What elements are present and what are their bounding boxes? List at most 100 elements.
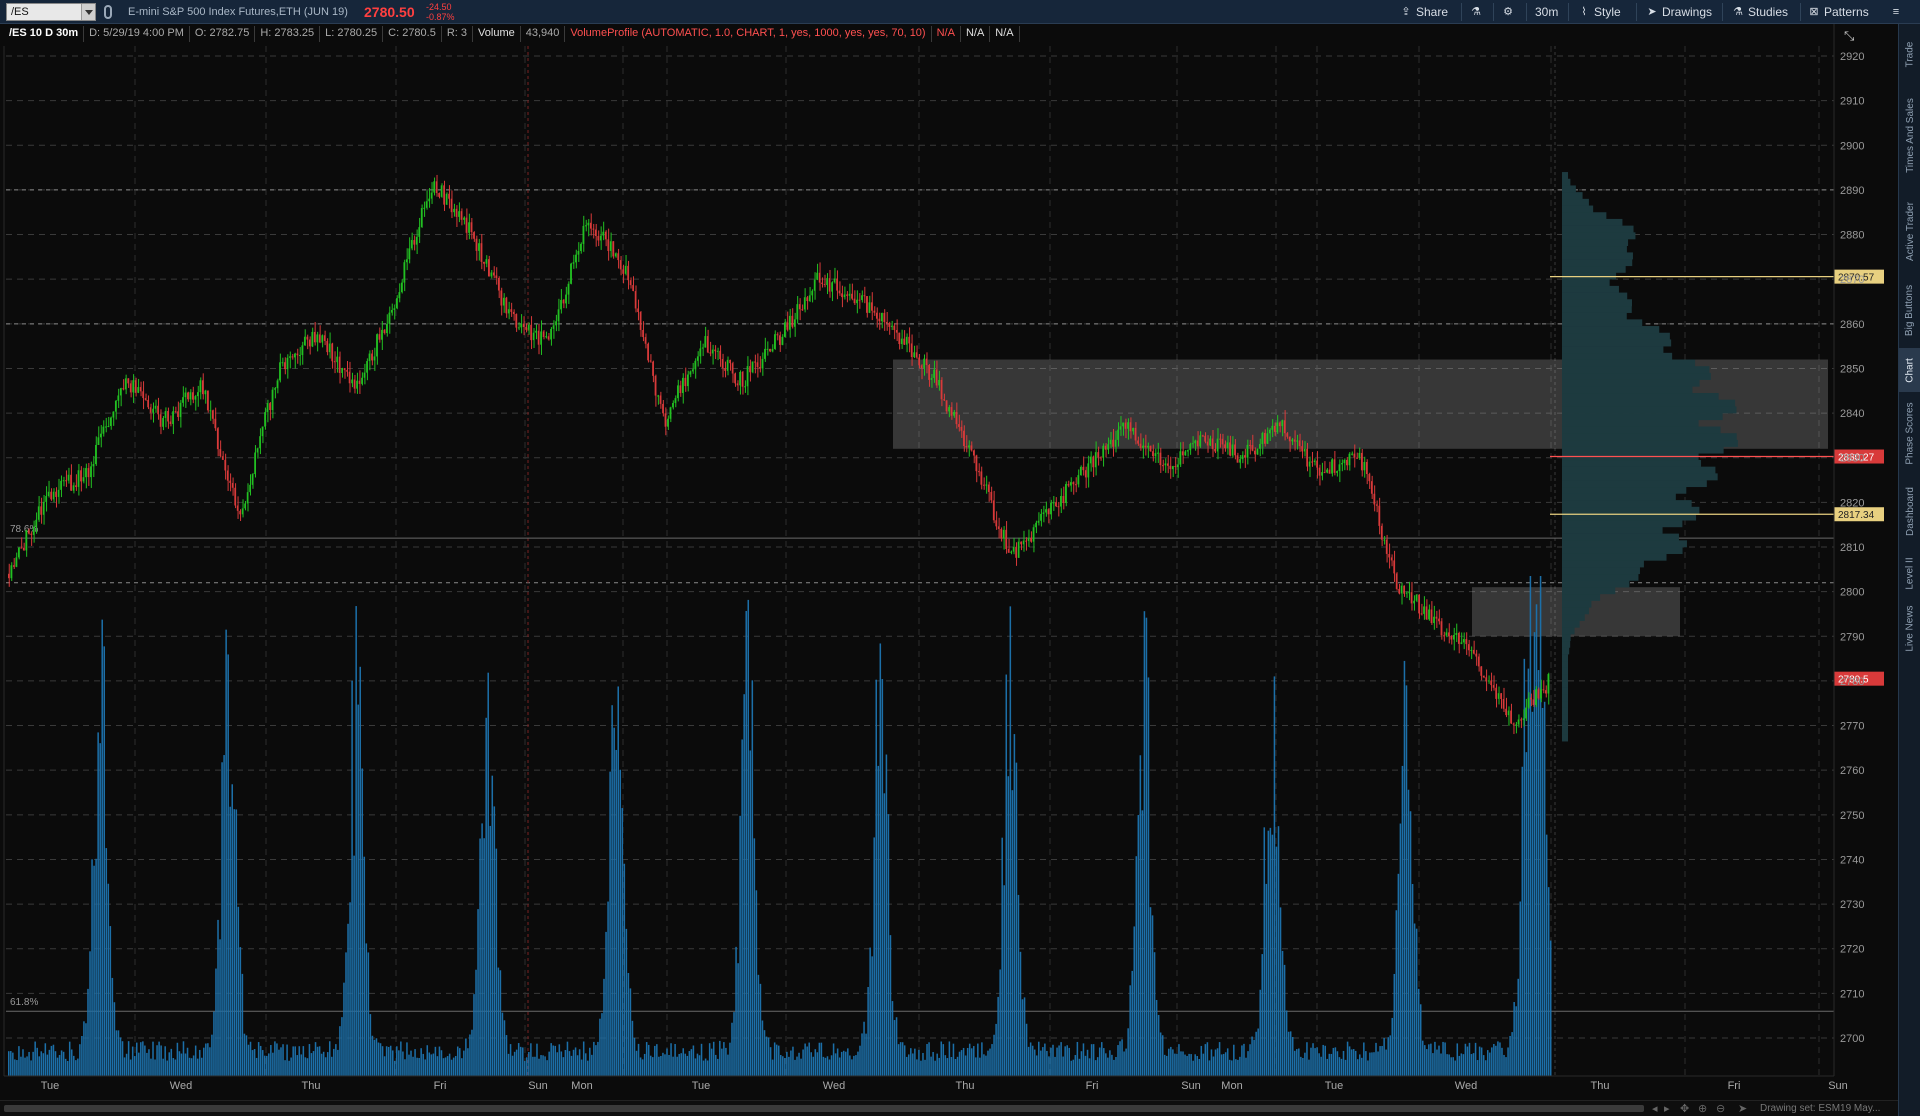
candle-body	[667, 418, 669, 427]
candle-body	[945, 400, 948, 412]
candle-body	[682, 377, 684, 394]
candle-body	[1147, 445, 1149, 448]
candle-body	[326, 340, 329, 353]
style-icon: ⌇	[1581, 6, 1587, 18]
x-tick-label: Mon	[1221, 1080, 1242, 1092]
candle-body	[1050, 502, 1052, 515]
volume-bar	[497, 967, 500, 1076]
side-tab-big-buttons[interactable]: Big Buttons	[1899, 272, 1920, 348]
scrollbar-thumb[interactable]	[4, 1105, 1644, 1112]
volume-bar	[1066, 1045, 1068, 1076]
y-tick-label: 2920	[1840, 51, 1864, 63]
volume-bar	[1545, 834, 1548, 1076]
volume-study-label[interactable]: Volume	[473, 26, 521, 42]
volume-bar	[814, 1049, 817, 1076]
volume-bar	[335, 1044, 337, 1076]
candle-body	[746, 366, 749, 387]
candle-body	[1244, 455, 1246, 458]
symbol-input[interactable]: /ES	[6, 3, 96, 21]
volume-bar	[891, 1001, 894, 1076]
candle-body	[530, 324, 533, 341]
studies-button[interactable]: ⚗ Studies	[1732, 4, 1788, 20]
time-scrollbar[interactable]	[4, 1105, 1644, 1112]
side-tab-phase-scores[interactable]: Phase Scores	[1899, 392, 1920, 474]
volume-bar	[509, 1044, 512, 1076]
chart-info-bar: /ES 10 D 30m D: 5/29/19 4:00 PM O: 2782.…	[4, 26, 1020, 42]
profile-bar	[1562, 714, 1568, 722]
candle-body	[1025, 540, 1027, 542]
drawing-set-label[interactable]: Drawing set: ESM19 May...	[1760, 1103, 1880, 1114]
candle-body	[1390, 557, 1393, 561]
volume-bar	[1326, 1058, 1329, 1076]
flask-button[interactable]: ⚗	[1470, 4, 1482, 20]
volume-bar	[1409, 811, 1412, 1076]
drawings-button[interactable]: ➤ Drawings	[1646, 4, 1712, 20]
volume-bar	[511, 1055, 514, 1076]
side-tab-active-trader[interactable]: Active Trader	[1899, 190, 1920, 272]
settings-button[interactable]: ⚙	[1502, 4, 1514, 20]
candle-body	[1520, 719, 1522, 721]
volume-bar	[938, 1057, 940, 1076]
volume-bar	[1354, 1050, 1357, 1076]
symbol-input-value[interactable]: /ES	[11, 6, 29, 18]
profile-bar	[1562, 600, 1592, 608]
candle-body	[607, 239, 610, 251]
profile-bar	[1562, 272, 1617, 280]
side-tab-dashboard[interactable]: Dashboard	[1899, 474, 1920, 548]
candle-body	[301, 345, 304, 355]
scroll-left-icon[interactable]: ◂	[1652, 1102, 1658, 1115]
side-tab-times-and-sales[interactable]: Times And Sales	[1899, 80, 1920, 190]
volume-bar	[343, 982, 345, 1076]
candle-body	[492, 272, 495, 276]
volume-bar	[306, 1058, 309, 1076]
volume-bar	[383, 1056, 386, 1076]
side-tab-level-ii[interactable]: Level II	[1899, 548, 1920, 598]
candle-body	[905, 336, 908, 345]
volume-bar	[448, 1053, 451, 1076]
volume-bar	[1495, 1045, 1497, 1076]
style-button[interactable]: ⌇ Style	[1578, 4, 1620, 20]
more-menu-button[interactable]: ≡	[1890, 4, 1902, 20]
candle-body	[769, 348, 771, 352]
side-tab-live-news[interactable]: Live News	[1899, 598, 1920, 658]
zoom-icon[interactable]: ⊕	[1698, 1102, 1707, 1115]
candle-body	[209, 410, 212, 412]
candle-body	[1109, 439, 1112, 445]
candle-body	[1545, 690, 1547, 694]
pan-icon[interactable]: ✥	[1680, 1102, 1689, 1115]
volume-bar	[272, 1052, 274, 1076]
volume-bar	[129, 1059, 132, 1076]
drawing-cursor-icon[interactable]: ➤	[1738, 1102, 1747, 1115]
candle-body	[254, 452, 256, 475]
candle-body	[1122, 422, 1124, 427]
volume-bar	[422, 1053, 424, 1076]
share-button[interactable]: ⇪ Share	[1400, 4, 1448, 20]
volume-bar	[816, 1052, 819, 1076]
candle-body	[1154, 453, 1157, 457]
candle-body	[1092, 456, 1095, 468]
candle-body	[149, 407, 152, 413]
volume-bar	[656, 1044, 658, 1076]
volume-bar	[1027, 1046, 1030, 1076]
volume-profile-study-label[interactable]: VolumeProfile (AUTOMATIC, 1.0, CHART, 1,…	[565, 26, 932, 42]
timeframe-button[interactable]: 30m	[1535, 4, 1558, 20]
chart-label[interactable]: /ES 10 D 30m	[4, 26, 85, 42]
volume-bar	[932, 1051, 934, 1076]
candle-body	[1316, 460, 1318, 468]
scroll-right-icon[interactable]: ▸	[1664, 1102, 1670, 1115]
link-icon[interactable]	[104, 5, 112, 19]
volume-bar	[1100, 1042, 1103, 1076]
side-tab-trade[interactable]: Trade	[1899, 28, 1920, 80]
x-tick-label: Thu	[302, 1080, 321, 1092]
patterns-button[interactable]: ⊠ Patterns	[1808, 4, 1868, 20]
volume-bar	[257, 1042, 260, 1076]
candle-body	[1398, 588, 1401, 594]
volume-bar	[408, 1054, 410, 1076]
zoom-out-icon[interactable]: ⊖	[1716, 1102, 1725, 1115]
symbol-dropdown-button[interactable]	[81, 4, 95, 20]
volume-bar	[324, 1057, 327, 1076]
side-tab-chart[interactable]: Chart	[1899, 348, 1920, 392]
price-chart[interactable]: 78.6%61.8% 2870.572830.272817.342780.5 2…	[0, 0, 1898, 1100]
volume-bar	[1180, 1051, 1182, 1076]
volume-bar	[1304, 1052, 1306, 1076]
